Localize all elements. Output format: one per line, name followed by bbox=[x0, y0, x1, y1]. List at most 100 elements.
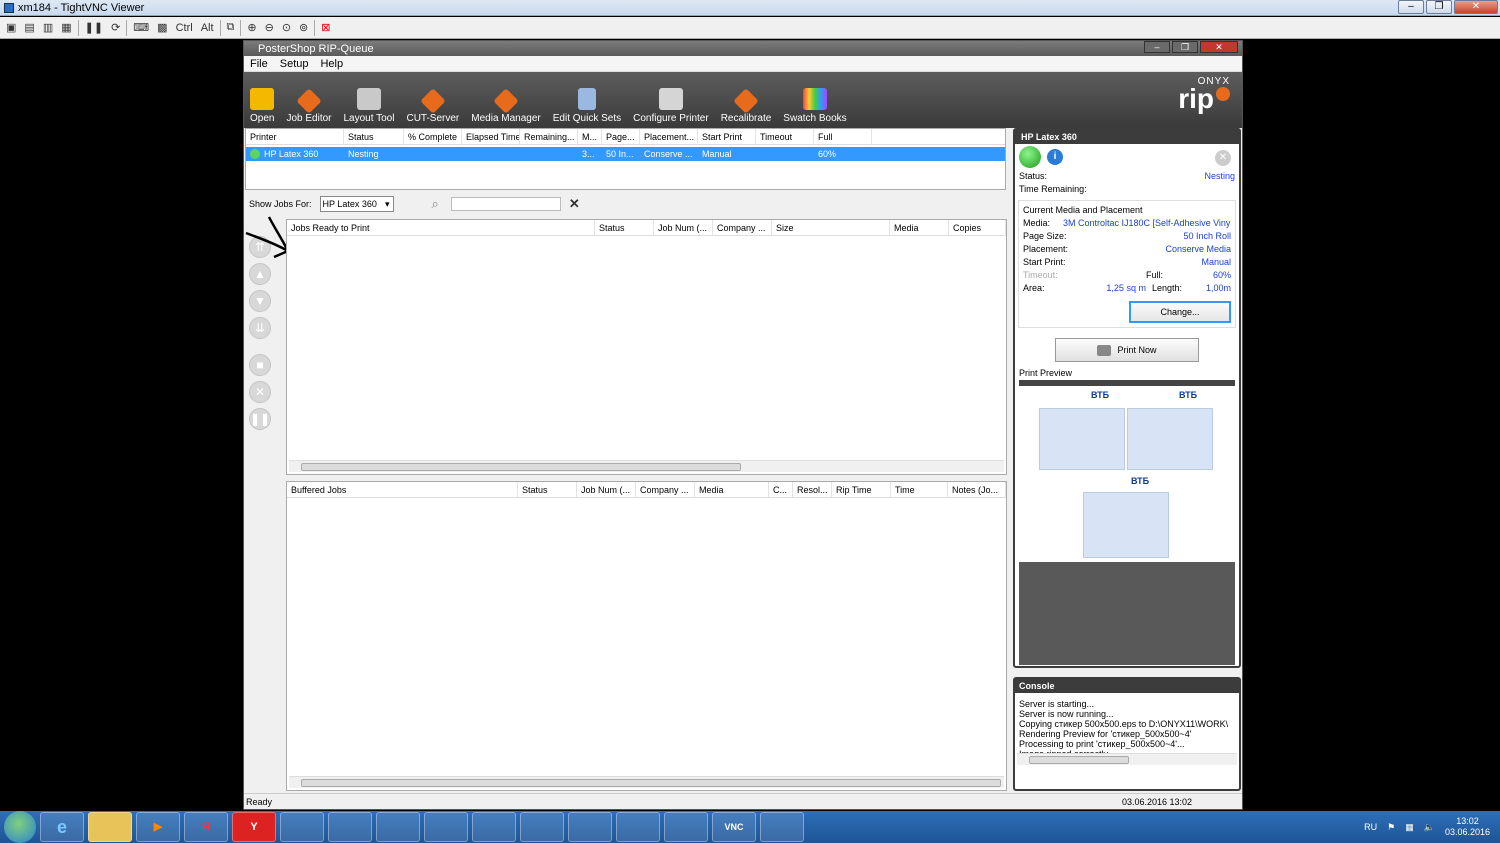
taskbar-media-player[interactable]: ▶ bbox=[136, 812, 180, 842]
col-percent-complete[interactable]: % Complete bbox=[404, 128, 462, 145]
taskbar-yandex-browser[interactable]: Y bbox=[232, 812, 276, 842]
recalibrate-button[interactable]: Recalibrate bbox=[721, 88, 771, 124]
zoom-fit-icon[interactable]: ⊚ bbox=[297, 21, 310, 34]
col-full[interactable]: Full bbox=[814, 128, 872, 145]
change-button[interactable]: Change... bbox=[1129, 301, 1231, 323]
col-media[interactable]: M... bbox=[578, 128, 602, 145]
layout-tool-button[interactable]: Layout Tool bbox=[344, 88, 394, 124]
edit-quick-sets-button[interactable]: Edit Quick Sets bbox=[553, 88, 621, 124]
col-buffered-job-num[interactable]: Job Num (... bbox=[577, 481, 636, 498]
buffered-jobs-hscroll[interactable] bbox=[289, 776, 1004, 788]
taskbar-app[interactable] bbox=[472, 812, 516, 842]
col-job-num[interactable]: Job Num (... bbox=[654, 219, 713, 236]
open-button[interactable]: Open bbox=[250, 88, 274, 124]
job-editor-button[interactable]: Job Editor bbox=[286, 88, 332, 124]
move-bottom-icon[interactable]: ⇊ bbox=[249, 317, 271, 339]
col-jobs-ready[interactable]: Jobs Ready to Print bbox=[287, 219, 595, 236]
swatch-books-button[interactable]: Swatch Books bbox=[783, 88, 847, 124]
refresh-icon[interactable]: ⟳ bbox=[109, 21, 122, 34]
start-menu-icon[interactable]: ▩ bbox=[155, 21, 169, 34]
taskbar-yandex[interactable]: Я bbox=[184, 812, 228, 842]
save-icon[interactable]: ▤ bbox=[22, 21, 36, 34]
printer-online-icon[interactable] bbox=[1019, 146, 1041, 168]
col-printer[interactable]: Printer bbox=[246, 128, 344, 145]
close-icon[interactable]: ✕ bbox=[1454, 0, 1498, 14]
taskbar-app[interactable] bbox=[328, 812, 372, 842]
printer-row-hp-latex-360[interactable]: HP Latex 360 Nesting 3... 50 In... Conse… bbox=[246, 147, 1005, 161]
taskbar-app[interactable] bbox=[376, 812, 420, 842]
col-buffered-time[interactable]: Time bbox=[891, 481, 948, 498]
col-copies[interactable]: Copies bbox=[949, 219, 1006, 236]
move-up-icon[interactable]: ▲ bbox=[249, 263, 271, 285]
flag-icon[interactable]: ⚑ bbox=[1387, 822, 1395, 833]
configure-printer-button[interactable]: Configure Printer bbox=[633, 88, 709, 124]
cut-server-button[interactable]: CUT-Server bbox=[406, 88, 459, 124]
col-start-print[interactable]: Start Print bbox=[698, 128, 756, 145]
scroll-thumb[interactable] bbox=[1029, 756, 1129, 764]
zoom-out-icon[interactable]: ⊖ bbox=[263, 21, 276, 34]
alt-key-button[interactable]: Alt bbox=[199, 22, 216, 34]
col-buffered-status[interactable]: Status bbox=[518, 481, 577, 498]
show-jobs-select[interactable]: HP Latex 360 bbox=[319, 196, 394, 212]
col-buffered-jobs[interactable]: Buffered Jobs bbox=[287, 481, 518, 498]
cancel-icon[interactable]: ✕ bbox=[1215, 150, 1231, 166]
col-buffered-resolution[interactable]: Resol... bbox=[793, 481, 832, 498]
jobs-ready-hscroll[interactable] bbox=[289, 460, 1004, 472]
taskbar-teamviewer[interactable] bbox=[760, 812, 804, 842]
taskbar-app[interactable] bbox=[616, 812, 660, 842]
col-buffered-media[interactable]: Media bbox=[695, 481, 769, 498]
col-buffered-rip-time[interactable]: Rip Time bbox=[832, 481, 891, 498]
col-buffered-company[interactable]: Company ... bbox=[636, 481, 695, 498]
info-icon[interactable]: ▦ bbox=[59, 21, 73, 34]
ctrl-alt-del-icon[interactable]: ⌨ bbox=[131, 21, 151, 34]
taskbar-app[interactable] bbox=[424, 812, 468, 842]
network-icon[interactable]: ▦ bbox=[1405, 822, 1414, 833]
language-indicator[interactable]: RU bbox=[1364, 822, 1377, 832]
transfer-icon[interactable]: ⧉ bbox=[225, 21, 237, 34]
pause-icon[interactable]: ❚❚ bbox=[83, 21, 105, 34]
clock[interactable]: 13:02 03.06.2016 bbox=[1445, 816, 1490, 838]
col-size[interactable]: Size bbox=[772, 219, 890, 236]
col-timeout[interactable]: Timeout bbox=[756, 128, 814, 145]
col-status[interactable]: Status bbox=[344, 128, 404, 145]
app-close-icon[interactable]: ✕ bbox=[1200, 41, 1238, 53]
taskbar-explorer[interactable] bbox=[88, 812, 132, 842]
move-down-icon[interactable]: ▼ bbox=[249, 290, 271, 312]
fullscreen-icon[interactable]: ⊠ bbox=[319, 21, 332, 34]
start-button[interactable] bbox=[4, 811, 36, 843]
scroll-thumb[interactable] bbox=[301, 463, 741, 471]
pause-job-icon[interactable]: ❚❚ bbox=[249, 408, 271, 430]
zoom-in-icon[interactable]: ⊕ bbox=[245, 21, 258, 34]
minimize-icon[interactable]: – bbox=[1398, 0, 1424, 14]
col-buffered-copies[interactable]: C... bbox=[769, 481, 793, 498]
col-remaining[interactable]: Remaining... bbox=[520, 128, 578, 145]
taskbar-app[interactable] bbox=[664, 812, 708, 842]
media-manager-button[interactable]: Media Manager bbox=[471, 88, 541, 124]
menu-file[interactable]: File bbox=[250, 58, 268, 70]
zoom-reset-icon[interactable]: ⊙ bbox=[280, 21, 293, 34]
col-placement[interactable]: Placement... bbox=[640, 128, 698, 145]
console-hscroll[interactable] bbox=[1017, 753, 1237, 765]
clear-search-icon[interactable]: ✕ bbox=[569, 196, 580, 212]
volume-icon[interactable]: 🔈 bbox=[1424, 822, 1435, 833]
ctrl-key-button[interactable]: Ctrl bbox=[174, 22, 195, 34]
maximize-icon[interactable]: ❐ bbox=[1426, 0, 1452, 14]
new-connection-icon[interactable]: ▣ bbox=[4, 21, 18, 34]
col-job-status[interactable]: Status bbox=[595, 219, 654, 236]
taskbar-internet-explorer[interactable]: e bbox=[40, 812, 84, 842]
taskbar-app[interactable] bbox=[280, 812, 324, 842]
taskbar-app[interactable] bbox=[568, 812, 612, 842]
col-company[interactable]: Company ... bbox=[713, 219, 772, 236]
app-minimize-icon[interactable]: – bbox=[1144, 41, 1170, 53]
menu-setup[interactable]: Setup bbox=[280, 58, 309, 70]
col-elapsed-time[interactable]: Elapsed Time bbox=[462, 128, 520, 145]
col-buffered-notes[interactable]: Notes (Jo... bbox=[948, 481, 1006, 498]
print-now-button[interactable]: Print Now bbox=[1055, 338, 1199, 362]
app-maximize-icon[interactable]: ❐ bbox=[1172, 41, 1198, 53]
col-media[interactable]: Media bbox=[890, 219, 949, 236]
job-search-input[interactable] bbox=[450, 197, 561, 211]
menu-help[interactable]: Help bbox=[320, 58, 343, 70]
info-icon[interactable]: i bbox=[1047, 149, 1063, 165]
hold-icon[interactable]: ■ bbox=[249, 354, 271, 376]
taskbar-app[interactable] bbox=[520, 812, 564, 842]
